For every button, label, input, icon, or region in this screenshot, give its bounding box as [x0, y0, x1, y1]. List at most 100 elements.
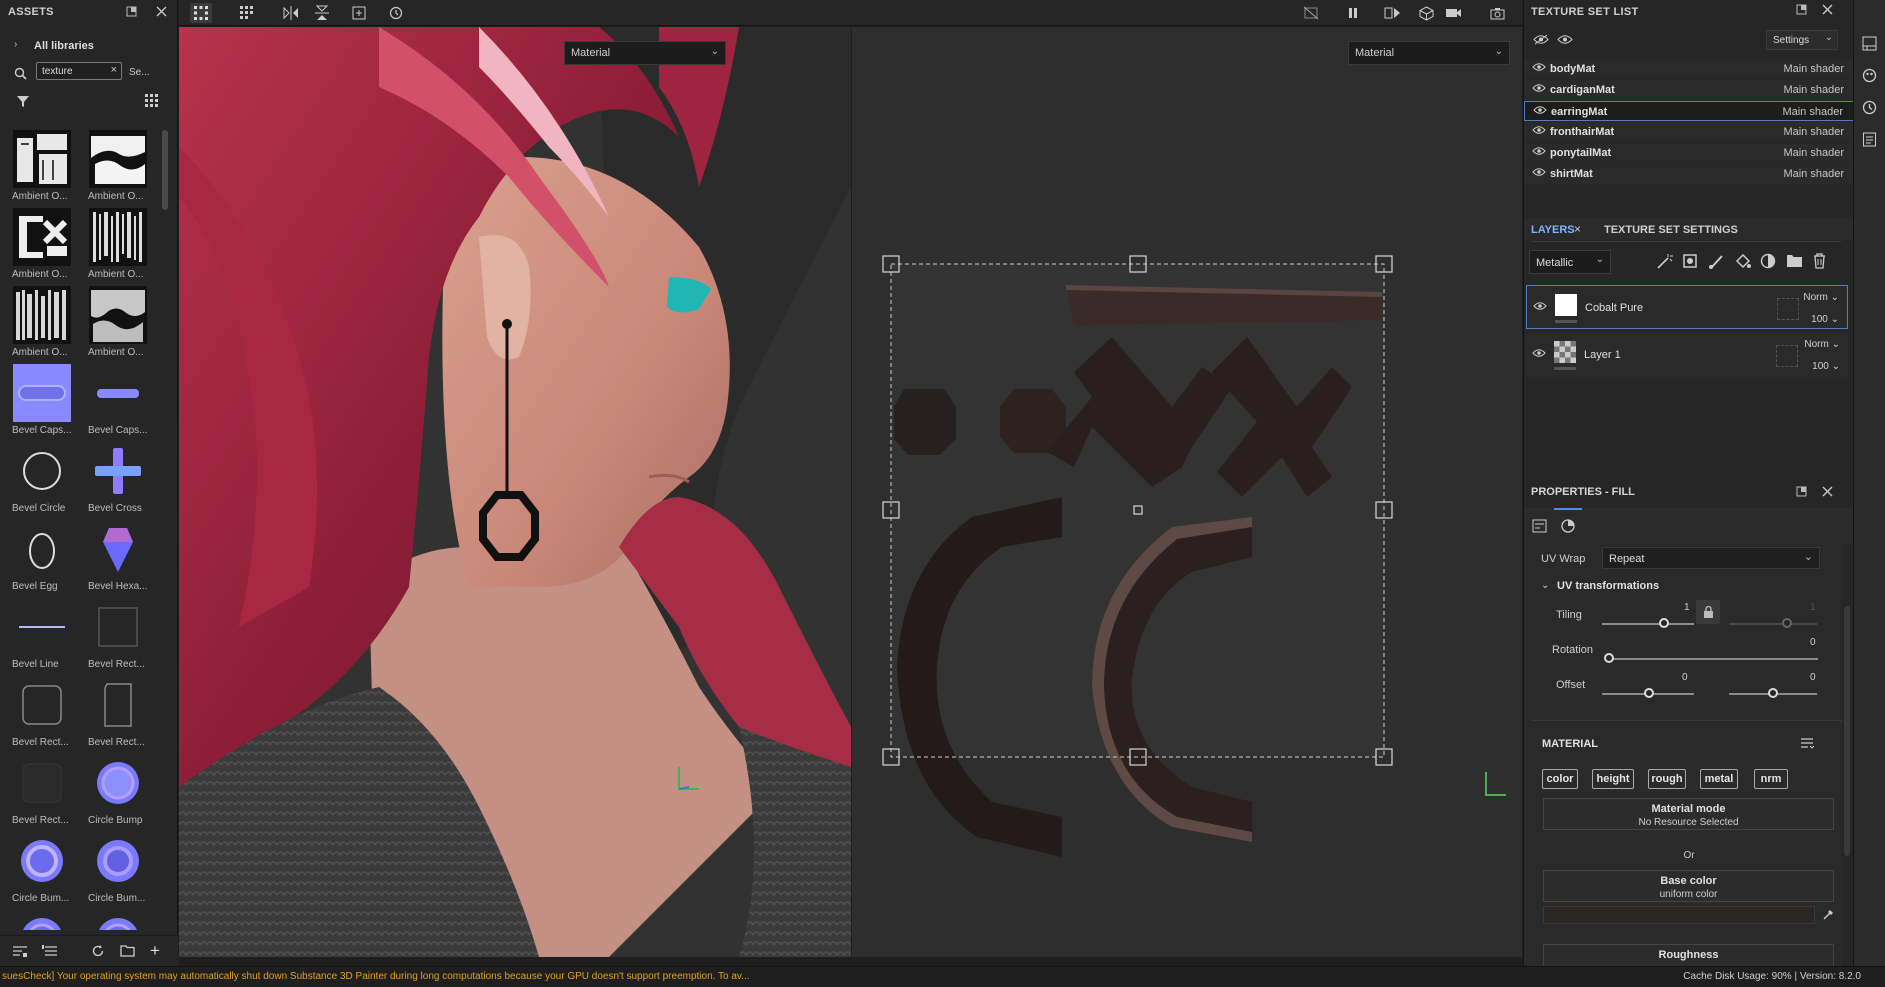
layer-row[interactable]: Cobalt Pure Norm ⌄ 100 ⌄ [1526, 285, 1848, 329]
viewport-3d[interactable]: Material ⌄ [179, 27, 851, 957]
assets-scrollbar[interactable] [162, 130, 168, 210]
tiling-slider[interactable] [1602, 623, 1694, 625]
blend-mode-dropdown[interactable]: Norm ⌄ [1803, 292, 1839, 303]
chevron-down-icon[interactable]: ⌄ [1541, 580, 1549, 591]
viewport-2d[interactable]: Material ⌄ [852, 27, 1522, 957]
asset-thumbnail[interactable]: Bevel Rect... [84, 598, 152, 676]
eye-icon[interactable] [1532, 62, 1546, 76]
texture-set-row[interactable]: cardiganMat Main shader [1524, 80, 1854, 100]
visibility-toggle-icon[interactable] [1533, 34, 1549, 48]
channel-chip-color[interactable]: color [1542, 769, 1578, 789]
channel-dropdown[interactable]: Metallic ⌄ [1529, 250, 1611, 274]
channel-chip-height[interactable]: height [1592, 769, 1634, 789]
texture-set-row[interactable]: ponytailMat Main shader [1524, 143, 1854, 163]
history-icon[interactable] [385, 3, 407, 23]
log-icon[interactable] [1862, 132, 1877, 150]
undock-icon[interactable] [124, 4, 138, 18]
search-input[interactable]: texture × [36, 62, 122, 80]
roughness-slot[interactable]: Roughness [1543, 944, 1834, 966]
eyedropper-icon[interactable] [1822, 908, 1835, 924]
select-tool-icon[interactable] [190, 3, 212, 23]
base-color-slot[interactable]: Base color uniform color [1543, 870, 1834, 902]
library-icon[interactable] [42, 945, 58, 961]
mask-slot[interactable] [1776, 345, 1798, 367]
add-paint-layer-icon[interactable] [1708, 253, 1725, 273]
tab-fill-settings[interactable] [1532, 519, 1547, 536]
new-folder-icon[interactable] [120, 944, 135, 960]
opacity-field[interactable]: 100 ⌄ [1812, 361, 1840, 372]
material-menu-icon[interactable] [1800, 737, 1815, 752]
asset-thumbnail[interactable]: Bevel Rect... [8, 676, 76, 754]
eye-icon[interactable] [1557, 34, 1573, 48]
properties-scrollbar[interactable] [1844, 606, 1850, 856]
3d-view-icon[interactable] [1415, 3, 1437, 23]
hide-ui-icon[interactable] [1300, 3, 1322, 23]
asset-thumbnail[interactable]: Ambient O... [84, 286, 152, 364]
tab-layers[interactable]: LAYERS [1531, 224, 1575, 236]
asset-thumbnail[interactable]: Bevel Line [8, 598, 76, 676]
close-icon[interactable] [154, 4, 168, 18]
gpu-warning[interactable]: suesCheck] Your operating system may aut… [2, 971, 750, 982]
eye-icon[interactable] [1533, 301, 1547, 314]
texture-set-row[interactable]: shirtMat Main shader [1524, 164, 1854, 184]
tiling-v-slider[interactable] [1729, 623, 1817, 625]
eye-icon[interactable] [1532, 146, 1546, 160]
texture-set-row[interactable]: earringMat Main shader [1524, 101, 1854, 121]
eye-icon[interactable] [1532, 125, 1546, 139]
asset-thumbnail[interactable]: Circle Bum... [8, 832, 76, 910]
asset-thumbnail[interactable]: Bevel Circle [8, 442, 76, 520]
shelf-icon[interactable] [1862, 36, 1877, 54]
asset-thumbnail[interactable]: Bevel Cross [84, 442, 152, 520]
screenshot-icon[interactable] [1486, 3, 1508, 23]
eye-icon[interactable] [1532, 83, 1546, 97]
offset-v-slider-knob[interactable] [1768, 688, 1778, 698]
close-icon[interactable] [1822, 486, 1833, 497]
breadcrumb[interactable]: All libraries [34, 40, 94, 52]
viewport-3d-channel-dropdown[interactable]: Material ⌄ [564, 41, 726, 65]
asset-thumbnail[interactable]: Bevel Egg [8, 520, 76, 598]
texture-set-row[interactable]: bodyMat Main shader [1524, 59, 1854, 79]
blend-mode-dropdown[interactable]: Norm ⌄ [1804, 339, 1840, 350]
add-effect-icon[interactable] [1656, 253, 1673, 273]
asset-thumbnail[interactable] [8, 910, 76, 930]
tiling-lock-button[interactable] [1696, 600, 1720, 624]
asset-thumbnail[interactable]: Circle Bum... [84, 832, 152, 910]
base-color-swatch[interactable] [1543, 906, 1815, 924]
asset-thumbnail[interactable]: Ambient O... [84, 208, 152, 286]
delete-icon[interactable] [1812, 252, 1827, 272]
asset-thumbnail[interactable]: Ambient O... [8, 208, 76, 286]
rotation-slider[interactable] [1608, 658, 1818, 660]
tiling-v-slider-knob[interactable] [1782, 618, 1792, 628]
asset-thumbnail[interactable]: Ambient O... [8, 130, 76, 208]
tab-material-icon[interactable] [1561, 519, 1575, 536]
asset-thumbnail[interactable]: Ambient O... [8, 286, 76, 364]
fit-view-icon[interactable] [348, 3, 370, 23]
eye-icon[interactable] [1532, 348, 1546, 361]
channel-chip-metal[interactable]: metal [1700, 769, 1738, 789]
tab-texture-set-settings[interactable]: TEXTURE SET SETTINGS [1604, 224, 1738, 236]
offset-u-slider-knob[interactable] [1644, 688, 1654, 698]
mask-slot[interactable] [1777, 298, 1799, 320]
layer-row[interactable]: Layer 1 Norm ⌄ 100 ⌄ [1526, 333, 1848, 377]
search-scope[interactable]: Se... [129, 67, 150, 78]
refresh-icon[interactable] [91, 944, 105, 961]
tiling-slider-knob[interactable] [1659, 618, 1669, 628]
symmetry-icon[interactable] [280, 3, 302, 23]
history-icon[interactable] [1862, 100, 1877, 118]
asset-thumbnail[interactable]: Bevel Rect... [84, 676, 152, 754]
asset-thumbnail[interactable]: Circle Bump [84, 754, 152, 832]
eye-icon[interactable] [1532, 167, 1546, 181]
symmetry-vertical-icon[interactable] [311, 3, 333, 23]
add-fill-layer-icon[interactable] [1734, 253, 1751, 273]
pause-icon[interactable] [1342, 3, 1364, 23]
material-mode-slot[interactable]: Material mode No Resource Selected [1543, 798, 1834, 830]
asset-thumbnail[interactable]: Bevel Caps... [8, 364, 76, 442]
polygon-fill-icon[interactable] [236, 3, 258, 23]
viewport-2d-channel-dropdown[interactable]: Material ⌄ [1348, 41, 1510, 65]
asset-thumbnail[interactable]: Bevel Caps... [84, 364, 152, 442]
texture-set-row[interactable]: fronthairMat Main shader [1524, 122, 1854, 142]
settings-dropdown[interactable]: Settings ⌄ [1766, 30, 1838, 50]
add-folder-icon[interactable] [1786, 253, 1803, 271]
asset-thumbnail[interactable]: Bevel Hexa... [84, 520, 152, 598]
close-icon[interactable] [1822, 4, 1833, 15]
